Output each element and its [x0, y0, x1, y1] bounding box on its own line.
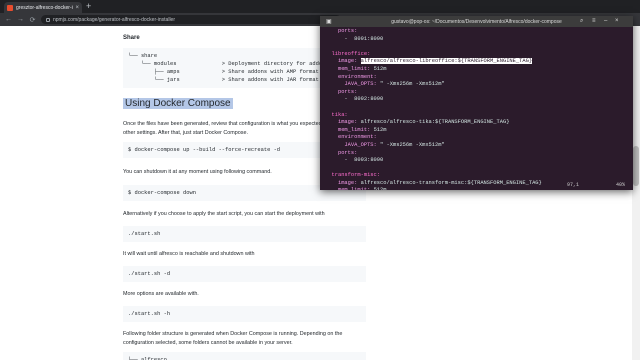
file-percent: 40% [616, 182, 626, 188]
folder-structure-text: Following folder structure is generated … [123, 331, 343, 346]
cursor-position: 97,1 [567, 182, 580, 188]
terminal-line: mem_limit: 512m [337, 65, 387, 72]
terminal-line: libreoffice: [331, 50, 371, 57]
address-text: npmjs.com/package/generator-alfresco-doc… [53, 16, 175, 23]
start-detached-code: ./start.sh -d [123, 266, 366, 282]
terminal-line: environment: [337, 134, 377, 141]
more-options-text: More options are available with. [123, 291, 199, 297]
new-tab-button[interactable]: + [86, 2, 91, 11]
start-script-code: ./start.sh [123, 226, 366, 242]
terminal-minimize-icon[interactable]: – [604, 18, 607, 24]
page-scrollbar[interactable] [632, 26, 640, 360]
terminal-line: - 8091:8090 [325, 35, 384, 42]
terminal-line: - 8093:8090 [325, 157, 384, 164]
terminal-line: transform-misc: [331, 172, 381, 179]
terminal-search-icon[interactable]: ⌕ [580, 18, 583, 25]
terminal-line: ports: [337, 88, 358, 95]
tab-title: gresztor-alfresco-docker-installer [16, 4, 73, 11]
terminal-line: tika: [331, 111, 348, 118]
wait-text: It will wait until alfresco is reachable… [123, 251, 255, 257]
terminal-line: - 8092:8090 [325, 96, 384, 103]
terminal-close-icon[interactable]: × [615, 18, 619, 24]
npm-favicon-icon [7, 4, 13, 11]
terminal-editor-body[interactable]: ports: - 8091:8090 libreoffice: image: a… [320, 28, 633, 190]
reload-icon[interactable]: ⟳ [29, 16, 36, 24]
start-help-code: ./start.sh -h [123, 306, 366, 322]
terminal-window[interactable]: ▣ gustavo@pop-os: ~/Documentos/Desenvolv… [320, 16, 633, 190]
lock-icon [46, 17, 50, 22]
address-bar[interactable]: npmjs.com/package/generator-alfresco-doc… [41, 15, 341, 24]
terminal-line: JAVA_OPTS: " -Xms256m -Xmx512m" [344, 81, 445, 88]
terminal-line: ports: [337, 28, 358, 34]
folder-tree-code: ├── alfresco [123, 352, 366, 360]
terminal-line: environment: [337, 73, 377, 80]
browser-tab-bar: gresztor-alfresco-docker-installer × + [0, 0, 640, 13]
vim-status-line: 97,1 40% [320, 182, 633, 190]
forward-icon[interactable]: → [17, 16, 24, 23]
back-icon[interactable]: ← [5, 16, 12, 23]
share-heading: Share [123, 35, 140, 41]
compose-heading: Using Docker Compose [123, 98, 233, 109]
terminal-line: image: alfresco/alfresco-libreoffice:${T… [337, 58, 533, 65]
tab-close-icon[interactable]: × [75, 5, 79, 11]
terminal-menu-icon[interactable]: ≡ [592, 18, 596, 24]
terminal-title: gustavo@pop-os: ~/Documentos/Desenvolvim… [391, 18, 562, 25]
alternative-text: Alternatively if you choose to apply the… [123, 211, 325, 217]
browser-tab[interactable]: gresztor-alfresco-docker-installer × [4, 2, 82, 13]
scrollbar-thumb[interactable] [633, 146, 639, 186]
terminal-line: mem_limit: 512m [337, 126, 387, 133]
terminal-line: ports: [337, 149, 358, 156]
terminal-titlebar: ▣ gustavo@pop-os: ~/Documentos/Desenvolv… [320, 16, 633, 27]
terminal-line: JAVA_OPTS: " -Xms256m -Xmx512m" [344, 141, 445, 148]
terminal-line: image: alfresco/alfresco-tika:${TRANSFOR… [337, 119, 510, 126]
